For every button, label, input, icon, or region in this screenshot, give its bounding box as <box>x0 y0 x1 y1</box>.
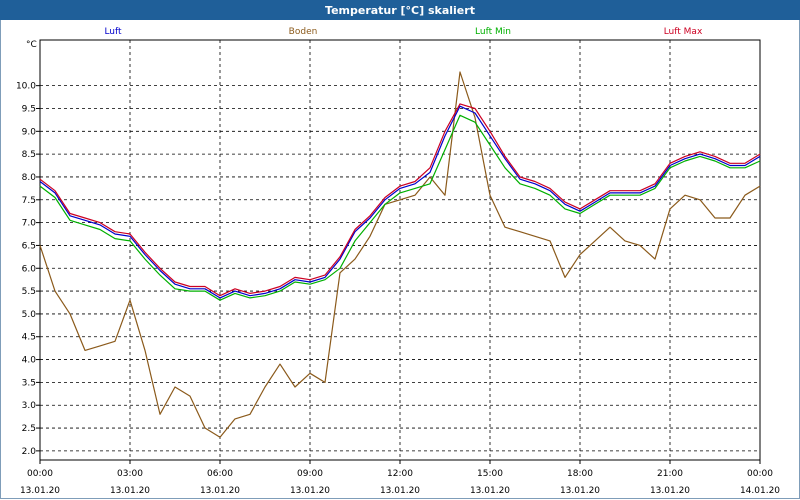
x-tick-label-date: 13.01.20 <box>200 486 240 496</box>
legend-item: Luft <box>104 27 122 37</box>
y-tick-label: 4.0 <box>22 356 37 366</box>
x-tick-label-date: 13.01.20 <box>380 486 420 496</box>
x-tick-label-time: 00:00 <box>27 469 53 479</box>
x-tick-label-time: 00:00 <box>747 469 773 479</box>
legend-item: Luft Min <box>475 27 511 37</box>
x-tick-label-date: 13.01.20 <box>290 486 330 496</box>
y-tick-label: 9.0 <box>22 127 37 137</box>
y-tick-label: 2.0 <box>22 447 37 457</box>
y-tick-label: 5.0 <box>22 310 37 320</box>
y-tick-label: 6.0 <box>22 264 37 274</box>
x-tick-label-time: 12:00 <box>387 469 413 479</box>
y-axis-label: °C <box>26 40 37 50</box>
x-tick-label-date: 13.01.20 <box>470 486 510 496</box>
y-tick-label: 9.5 <box>22 104 36 114</box>
y-tick-label: 6.5 <box>22 241 36 251</box>
y-tick-label: 3.5 <box>22 378 36 388</box>
y-tick-label: 3.0 <box>22 401 37 411</box>
y-tick-label: 8.0 <box>22 173 37 183</box>
y-tick-label: 8.5 <box>22 150 36 160</box>
y-tick-label: 10.0 <box>16 82 36 92</box>
temperature-chart: 2.0 2.5 3.0 3.5 4.0 4.5 5.0 5.5 6.0 6.5 7.0 7.5 8.0 8… <box>16 27 780 496</box>
y-tick-label: 5.5 <box>22 287 36 297</box>
x-tick-label-time: 21:00 <box>657 469 683 479</box>
x-tick-label-time: 06:00 <box>207 469 233 479</box>
x-tick-label-time: 03:00 <box>117 469 143 479</box>
legend-item: Luft Max <box>664 27 703 37</box>
x-tick-label-time: 09:00 <box>297 469 323 479</box>
x-tick-label-date: 13.01.20 <box>650 486 690 496</box>
x-tick-label-date: 13.01.20 <box>110 486 150 496</box>
legend-item: Boden <box>289 27 318 37</box>
x-tick-label-date: 13.01.20 <box>20 486 60 496</box>
y-tick-label: 7.0 <box>22 219 37 229</box>
x-tick-label-date: 14.01.20 <box>740 486 780 496</box>
x-tick-label-time: 15:00 <box>477 469 503 479</box>
y-tick-label: 2.5 <box>22 424 36 434</box>
x-tick-label-date: 13.01.20 <box>560 486 600 496</box>
y-tick-label: 7.5 <box>22 196 36 206</box>
x-tick-label-time: 18:00 <box>567 469 593 479</box>
y-tick-label: 4.5 <box>22 333 36 343</box>
